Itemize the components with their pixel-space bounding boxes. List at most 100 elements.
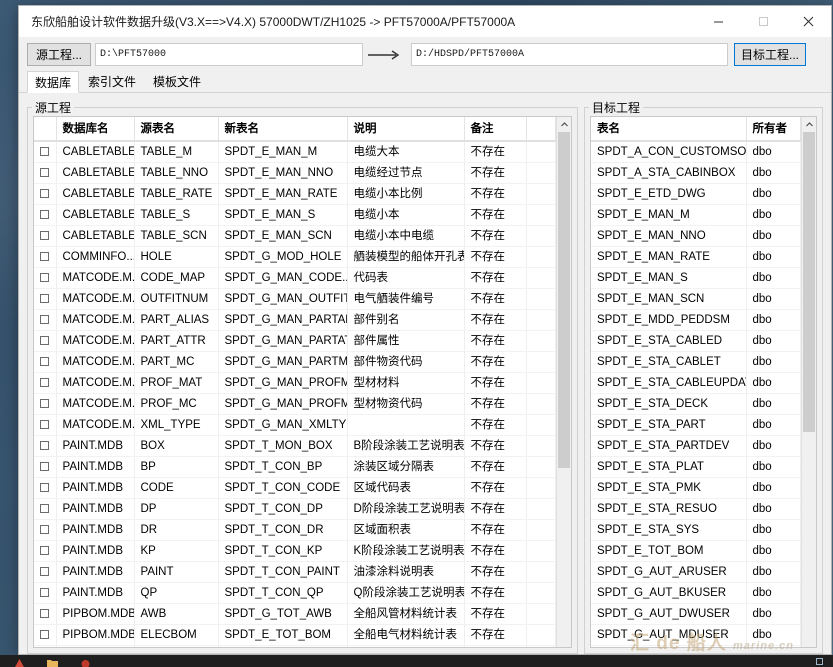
close-button[interactable] [786,6,831,37]
table-row[interactable]: SPDT_G_AUT_BKUSER dbo [591,582,801,604]
checkbox-icon[interactable] [40,315,49,325]
row-checkbox-cell[interactable] [34,645,57,647]
row-checkbox-cell[interactable] [34,351,57,373]
table-row[interactable]: SPDT_E_STA_PART dbo [591,414,801,436]
table-row[interactable]: CABLETABLE....TABLE_MSPDT_E_MAN_M电缆大本不存在 [34,142,556,163]
row-checkbox-cell[interactable] [34,603,57,625]
table-row[interactable]: SPDT_E_TOT_BOM dbo [591,540,801,562]
taskbar-app-icon-2[interactable] [80,656,91,667]
table-row[interactable]: PIPBOM.MDBPIPBOMSPDT_P_TOT_BOM全船管子材料统计表不… [34,645,556,647]
source-col-newtable[interactable]: 新表名 [218,117,348,141]
table-row[interactable]: SPDT_G_AUT_PURdbo [591,645,801,647]
target-col-owner[interactable]: 所有者 [746,117,801,141]
row-checkbox-cell[interactable] [34,267,57,289]
target-col-tablename[interactable]: 表名 [591,117,747,141]
table-row[interactable]: MATCODE.M... OUTFITNUM SPDT_G_MAN_OUTFIT..… [34,288,556,310]
source-scroll-up-icon[interactable] [557,117,571,132]
row-checkbox-cell[interactable] [34,498,57,520]
table-row[interactable]: SPDT_E_ETD_DWG dbo [591,183,801,205]
target-grid-body[interactable]: SPDT_A_CON_CUSTOMSORT dbo SPDT_A_STA_CABIN… [591,142,801,647]
source-grid-body[interactable]: CABLETABLE....TABLE_MSPDT_E_MAN_M电缆大本不存在… [34,142,556,647]
table-row[interactable]: SPDT_G_AUT_DWUSER dbo [591,603,801,625]
checkbox-icon[interactable] [40,273,49,283]
table-row[interactable]: MATCODE.M... PART_ATTR SPDT_G_MAN_PARTAT..… [34,330,556,352]
tray-icon[interactable] [816,658,823,665]
row-checkbox-cell[interactable] [34,414,57,436]
table-row[interactable]: PAINT.MDB DP SPDT_T_CON_DP D阶段涂装工艺说明表 不存在 [34,498,556,520]
target-scroll-thumb[interactable] [803,132,815,432]
checkbox-icon[interactable] [40,336,49,346]
checkbox-icon[interactable] [40,567,49,577]
source-path-input[interactable]: D:\PFT57000 [95,43,363,66]
source-vertical-scrollbar[interactable] [556,117,571,647]
row-checkbox-cell[interactable] [34,624,57,646]
table-row[interactable]: SPDT_E_STA_CABLEUPDATE dbo [591,372,801,394]
row-checkbox-cell[interactable] [34,183,57,205]
table-row[interactable]: PAINT.MDB QP SPDT_T_CON_QP Q阶段涂装工艺说明表 不存在 [34,582,556,604]
target-vertical-scrollbar[interactable] [801,117,816,647]
table-row[interactable]: SPDT_A_STA_CABINBOX dbo [591,162,801,184]
checkbox-icon[interactable] [40,168,49,178]
source-col-checkbox[interactable] [34,117,57,141]
row-checkbox-cell[interactable] [34,162,57,184]
tab-template-files[interactable]: 模板文件 [145,70,209,92]
source-scroll-track[interactable] [557,132,571,647]
table-row[interactable]: CABLETABLE....TABLE_RATESPDT_E_MAN_RATE电… [34,183,556,205]
table-row[interactable]: MATCODE.M... PART_MC SPDT_G_MAN_PARTMC 部件物资… [34,351,556,373]
checkbox-icon[interactable] [40,294,49,304]
table-row[interactable]: SPDT_E_MAN_S dbo [591,267,801,289]
table-row[interactable]: PIPBOM.MDB ELECBOM SPDT_E_TOT_BOM 全船电气材料统计表… [34,624,556,646]
row-checkbox-cell[interactable] [34,246,57,268]
checkbox-icon[interactable] [40,483,49,493]
target-scroll-up-icon[interactable] [802,117,816,132]
table-row[interactable]: PIPBOM.MDB AWB SPDT_G_TOT_AWB 全船风管材料统计表 不存在 [34,603,556,625]
table-row[interactable]: PAINT.MDB CODE SPDT_T_CON_CODE 区域代码表 不存在 [34,477,556,499]
source-col-dbname[interactable]: 数据库名 [56,117,135,141]
target-path-input[interactable]: D:/HDSPD/PFT57000A [411,43,728,66]
row-checkbox-cell[interactable] [34,456,57,478]
table-row[interactable]: SPDT_E_MAN_SCN dbo [591,288,801,310]
checkbox-icon[interactable] [40,147,49,157]
table-row[interactable]: PAINT.MDB DR SPDT_T_CON_DR 区域面积表 不存在 [34,519,556,541]
table-row[interactable]: PAINT.MDB KP SPDT_T_CON_KP K阶段涂装工艺说明表 不存在 [34,540,556,562]
checkbox-icon[interactable] [40,189,49,199]
row-checkbox-cell[interactable] [34,540,57,562]
table-row[interactable]: SPDT_E_STA_CABLET dbo [591,351,801,373]
checkbox-icon[interactable] [40,420,49,430]
checkbox-icon[interactable] [40,525,49,535]
source-col-remark[interactable]: 备注 [464,117,527,141]
maximize-button[interactable] [741,6,786,37]
row-checkbox-cell[interactable] [34,204,57,226]
table-row[interactable]: COMMINFO.... HOLE SPDT_G_MOD_HOLE 舾装模型的船体开孔… [34,246,556,268]
taskbar-app-icon-1[interactable] [14,656,25,667]
table-row[interactable]: SPDT_E_MAN_NNO dbo [591,225,801,247]
tab-database[interactable]: 数据库 [27,71,80,93]
row-checkbox-cell[interactable] [34,372,57,394]
source-col-srctable[interactable]: 源表名 [134,117,219,141]
row-checkbox-cell[interactable] [34,225,57,247]
row-checkbox-cell[interactable] [34,477,57,499]
checkbox-icon[interactable] [40,210,49,220]
checkbox-icon[interactable] [40,231,49,241]
tab-index-files[interactable]: 索引文件 [80,70,144,92]
table-row[interactable]: CABLETABLE....TABLE_SSPDT_E_MAN_S电缆小本不存在 [34,204,556,226]
target-scroll-track[interactable] [802,132,816,647]
row-checkbox-cell[interactable] [34,309,57,331]
table-row[interactable]: MATCODE.M...XML_TYPESPDT_G_MAN_XMLTYPE 不存… [34,414,556,436]
source-col-desc[interactable]: 说明 [347,117,465,141]
row-checkbox-cell[interactable] [34,519,57,541]
checkbox-icon[interactable] [40,546,49,556]
table-row[interactable]: PAINT.MDB BOX SPDT_T_MON_BOX B阶段涂装工艺说明表 不存在 [34,435,556,457]
row-checkbox-cell[interactable] [34,582,57,604]
table-row[interactable]: PAINT.MDB BP SPDT_T_CON_BP 涂装区域分隔表 不存在 [34,456,556,478]
table-row[interactable]: SPDT_E_STA_RESUO dbo [591,498,801,520]
table-row[interactable]: MATCODE.M... CODE_MAP SPDT_G_MAN_CODE... 代码… [34,267,556,289]
checkbox-icon[interactable] [40,399,49,409]
table-row[interactable]: SPDT_E_STA_PMK dbo [591,477,801,499]
target-project-button[interactable]: 目标工程... [734,43,807,66]
table-row[interactable]: SPDT_A_CON_CUSTOMSORT dbo [591,142,801,163]
table-row[interactable]: MATCODE.M... PROF_MC SPDT_G_MAN_PROFMC 型材物资… [34,393,556,415]
source-col-extra[interactable] [526,117,556,141]
checkbox-icon[interactable] [40,609,49,619]
source-project-button[interactable]: 源工程... [27,43,91,66]
